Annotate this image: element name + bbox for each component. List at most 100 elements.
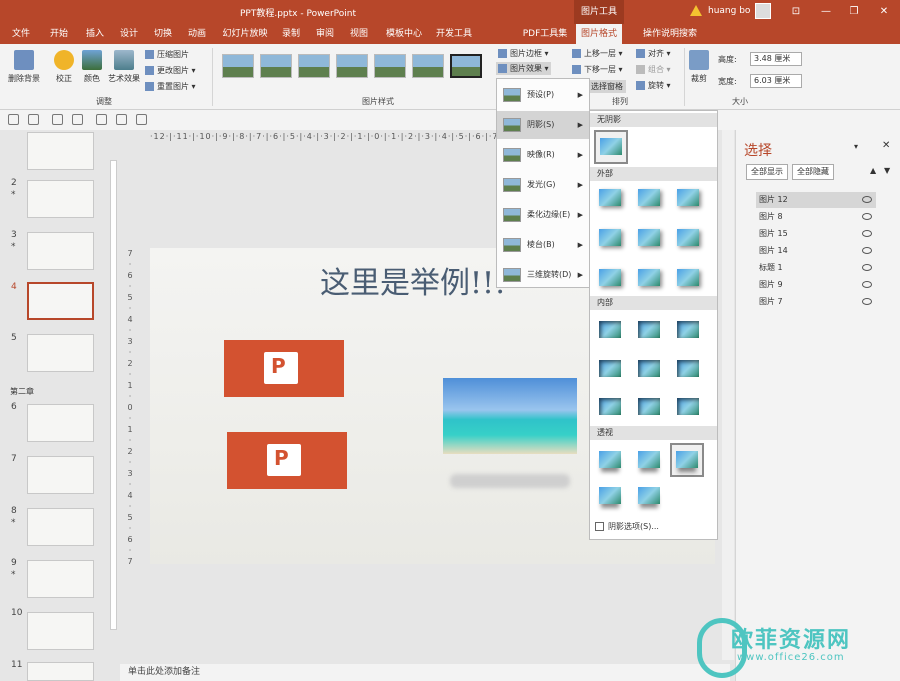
selection-item[interactable]: 图片 9 [756,277,876,293]
slide-thumbnail-3[interactable] [27,232,94,270]
selection-item[interactable]: 图片 8 [756,209,876,225]
hide-all-button[interactable]: 全部隐藏 [792,164,834,180]
customize-qat-icon[interactable] [136,114,147,125]
bring-forward-button[interactable]: 上移一层 ▾ [572,48,623,59]
show-all-button[interactable]: 全部显示 [746,164,788,180]
slide-thumbnail-1[interactable] [27,132,94,170]
slide-thumbnail-5[interactable] [27,334,94,372]
tab-view[interactable]: 视图 [346,24,372,44]
rotate-button[interactable]: 旋转 ▾ [636,80,671,91]
ribbon-display-options-icon[interactable]: ⊡ [788,4,804,20]
slide-thumbnail-9[interactable] [27,560,94,598]
shadow-outer-9[interactable] [677,269,699,286]
shadow-outer-2[interactable] [638,189,660,206]
shadow-inner-2[interactable] [638,321,660,338]
eye-icon[interactable] [862,298,872,305]
picture-style-3[interactable] [298,54,330,78]
restore-button[interactable]: ❐ [846,4,862,20]
tab-slideshow[interactable]: 幻灯片放映 [218,24,272,44]
close-button[interactable]: ✕ [876,4,892,20]
reset-picture-button[interactable]: 重置图片 ▾ [145,81,196,92]
compress-pictures-button[interactable]: 压缩图片 [145,49,189,60]
shadow-inner-8[interactable] [638,398,660,415]
menu-item-glow[interactable]: 发光(G) ▶ [497,171,589,199]
eye-icon[interactable] [862,264,872,271]
shadow-outer-3[interactable] [677,189,699,206]
shadow-perspective-3[interactable] [676,451,698,468]
align-button[interactable]: 对齐 ▾ [636,48,671,59]
shadow-inner-4[interactable] [599,360,621,377]
shadow-inner-5[interactable] [638,360,660,377]
move-up-icon[interactable]: ▲ [870,166,876,175]
shadow-inner-3[interactable] [677,321,699,338]
tab-transitions[interactable]: 切换 [150,24,176,44]
menu-item-soft-edges[interactable]: 柔化边缘(E) ▶ [497,201,589,229]
picture-style-6[interactable] [412,54,444,78]
move-down-icon[interactable]: ▼ [884,166,890,175]
picture-style-4[interactable] [336,54,368,78]
tab-animations[interactable]: 动画 [184,24,210,44]
remove-background-button[interactable]: 删除背景 [6,50,42,84]
picture-style-1[interactable] [222,54,254,78]
tab-record[interactable]: 录制 [278,24,304,44]
user-name[interactable]: huang bo [708,6,750,16]
width-field[interactable]: 6.03 厘米 [750,74,802,88]
menu-item-shadow[interactable]: 阴影(S) ▶ [497,111,589,139]
redo-icon[interactable] [52,114,63,125]
minimize-button[interactable]: — [818,4,834,20]
picture-style-7[interactable] [450,54,482,78]
send-backward-button[interactable]: 下移一层 ▾ [572,64,623,75]
tab-pdf-tools[interactable]: PDF工具集 [520,24,570,44]
menu-item-reflection[interactable]: 映像(R) ▶ [497,141,589,169]
picture-effects-button[interactable]: 图片效果 ▾ [496,62,551,75]
crop-button[interactable]: 裁剪 [688,50,710,84]
shadow-none[interactable] [600,138,622,155]
selection-item[interactable]: 图片 12 [756,192,876,208]
canvas-scrollbar[interactable] [722,130,734,660]
change-picture-button[interactable]: 更改图片 ▾ [145,65,196,76]
picture-border-button[interactable]: 图片边框 ▾ [498,48,549,59]
eye-icon[interactable] [862,281,872,288]
slide-thumbnail-8[interactable] [27,508,94,546]
tab-template-center[interactable]: 模板中心 [382,24,426,44]
powerpoint-image-1[interactable]: P [224,340,344,397]
tab-developer[interactable]: 开发工具 [432,24,476,44]
corrections-button[interactable]: 校正 [52,50,76,84]
slide-thumbnail-10[interactable] [27,612,94,650]
tab-insert[interactable]: 插入 [82,24,108,44]
selection-item[interactable]: 标题 1 [756,260,876,276]
shadow-outer-7[interactable] [599,269,621,286]
tab-picture-format[interactable]: 图片格式 [576,24,622,44]
shadow-perspective-4[interactable] [599,487,621,504]
slide-thumbnail-2[interactable] [27,180,94,218]
shadow-perspective-1[interactable] [599,451,621,468]
picture-style-5[interactable] [374,54,406,78]
eye-icon[interactable] [862,196,872,203]
slide-thumbnail-4[interactable] [27,282,94,320]
tab-file[interactable]: 文件 [8,24,34,44]
slide-thumbnail-6[interactable] [27,404,94,442]
save-icon[interactable] [8,114,19,125]
shadow-outer-6[interactable] [677,229,699,246]
touch-mode-icon[interactable] [96,114,107,125]
beach-photo[interactable] [443,378,577,454]
shadow-outer-8[interactable] [638,269,660,286]
selection-item[interactable]: 图片 7 [756,294,876,310]
slide-thumbnail-11[interactable] [27,662,94,681]
tell-me-search[interactable]: 操作说明搜索 [632,24,708,44]
selection-pane-button[interactable]: 选择窗格 [588,80,626,93]
menu-item-3d-rotation[interactable]: 三维旋转(D) ▶ [497,261,589,289]
shadow-outer-5[interactable] [638,229,660,246]
powerpoint-image-2[interactable]: P [227,432,347,489]
thumbnails-scrollbar[interactable] [110,160,117,630]
shadow-outer-4[interactable] [599,229,621,246]
notes-placeholder[interactable]: 单击此处添加备注 [120,664,730,681]
eye-icon[interactable] [862,247,872,254]
picture-style-2[interactable] [260,54,292,78]
from-beginning-icon[interactable] [72,114,83,125]
shadow-inner-6[interactable] [677,360,699,377]
shadow-inner-1[interactable] [599,321,621,338]
shadow-perspective-5[interactable] [638,487,660,504]
group-button[interactable]: 组合 ▾ [636,64,671,75]
eye-icon[interactable] [862,213,872,220]
